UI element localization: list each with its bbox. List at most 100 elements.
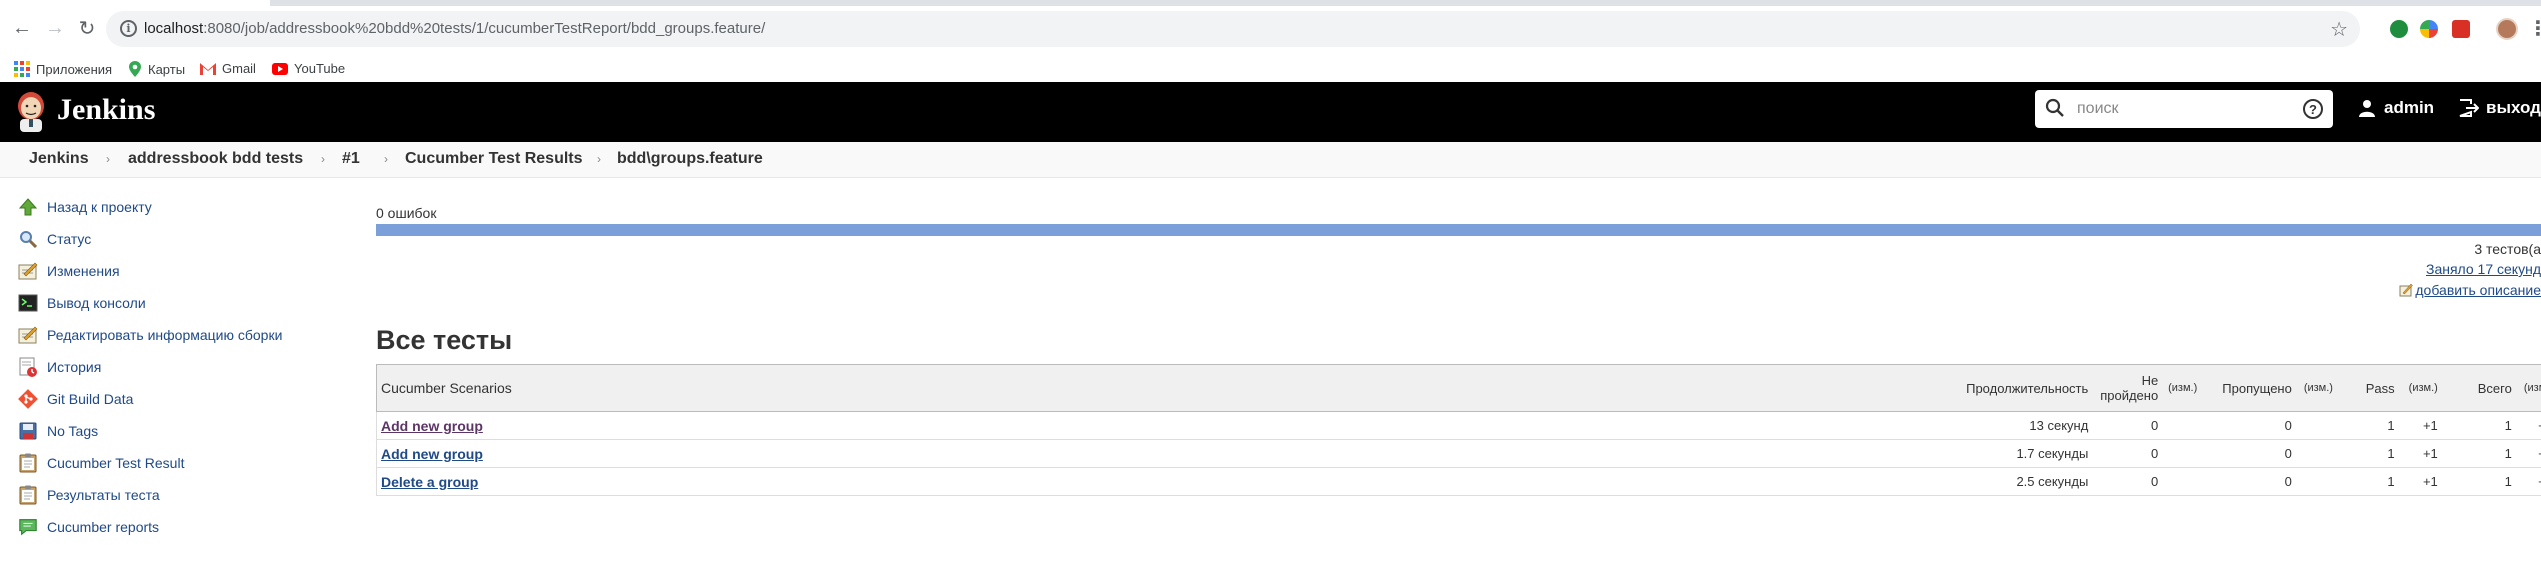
- table-row: Add new group 13 секунд 0 0 1 +1 1 +1: [376, 411, 2541, 440]
- sidebar-item-edit-build-info[interactable]: Редактировать информацию сборки: [18, 323, 282, 347]
- search-input[interactable]: [2075, 98, 2295, 120]
- scenario-cell: Delete a group: [376, 467, 1950, 496]
- column-header-total[interactable]: Всего: [2440, 364, 2515, 412]
- sidebar-item-console-output[interactable]: Вывод консоли: [18, 291, 146, 315]
- column-header-failed-diff[interactable]: (изм.): [2161, 364, 2201, 412]
- sidebar-item-label: Редактировать информацию сборки: [47, 327, 283, 343]
- bookmark-apps[interactable]: Приложения: [14, 61, 112, 77]
- profile-avatar[interactable]: [2496, 18, 2518, 40]
- failed-line2: пройдено: [2100, 388, 2159, 403]
- sidebar-item-label: Назад к проекту: [47, 199, 152, 215]
- site-info-icon[interactable]: i: [120, 20, 137, 37]
- breadcrumb-feature[interactable]: bdd\groups.feature: [617, 150, 763, 168]
- bookmarks-bar: Приложения Карты Gmail YouTube: [0, 54, 2541, 84]
- breadcrumb-separator-icon: ›: [321, 152, 325, 166]
- failed-diff-cell: [2161, 467, 2201, 496]
- jenkins-logo-icon[interactable]: [14, 90, 48, 132]
- bookmark-youtube[interactable]: YouTube: [272, 61, 345, 76]
- duration-cell: 2.5 секунды: [1949, 467, 2092, 496]
- bookmark-star-icon[interactable]: ☆: [2330, 17, 2348, 42]
- breadcrumb-job[interactable]: addressbook bdd tests: [128, 150, 303, 168]
- failed-diff-cell: [2161, 439, 2201, 468]
- total-diff-cell: +1: [2514, 411, 2541, 440]
- sidebar-item-label: No Tags: [47, 423, 99, 439]
- column-header-pass-diff[interactable]: (изм.): [2397, 364, 2441, 412]
- logout-label: выход: [2486, 98, 2541, 117]
- sidebar-item-label: Git Build Data: [47, 391, 134, 407]
- sidebar-item-git-build-data[interactable]: Git Build Data: [18, 387, 133, 411]
- sidebar-item-back-to-project[interactable]: Назад к проекту: [18, 195, 152, 219]
- terminal-icon: [18, 293, 38, 313]
- jenkins-title[interactable]: Jenkins: [57, 93, 155, 127]
- pass-cell: 1: [2335, 439, 2398, 468]
- duration-link-text[interactable]: Заняло 17 секунд: [2426, 261, 2541, 277]
- breadcrumb-jenkins[interactable]: Jenkins: [29, 150, 89, 168]
- user-link[interactable]: admin: [2358, 98, 2434, 118]
- failed-line1: Не: [2141, 373, 2159, 388]
- column-header-scenarios[interactable]: Cucumber Scenarios: [376, 364, 1950, 412]
- browser-menu-icon[interactable]: ⋮: [2528, 16, 2541, 41]
- sidebar-item-history[interactable]: История: [18, 355, 101, 379]
- column-header-failed[interactable]: Не пройдено: [2091, 364, 2162, 412]
- bookmark-label: Карты: [148, 61, 186, 77]
- breadcrumb-build[interactable]: #1: [342, 150, 360, 168]
- sidebar-item-cucumber-test-result[interactable]: Cucumber Test Result: [18, 451, 184, 475]
- failed-diff-cell: [2161, 411, 2201, 440]
- breadcrumb-separator-icon: ›: [597, 152, 601, 166]
- sidebar-item-cucumber-reports[interactable]: Cucumber reports: [18, 515, 159, 539]
- scenario-link[interactable]: Add new group: [381, 418, 483, 434]
- sidebar-item-label: Вывод консоли: [47, 295, 146, 311]
- sidebar-item-test-results[interactable]: Результаты теста: [18, 483, 160, 507]
- extension-red-icon[interactable]: [2452, 20, 2470, 38]
- scenario-link[interactable]: Delete a group: [381, 474, 478, 490]
- skipped-cell: 0: [2200, 467, 2295, 496]
- column-header-skipped[interactable]: Пропущено: [2200, 364, 2295, 412]
- url-host: localhost: [144, 20, 204, 37]
- skipped-cell: 0: [2200, 411, 2295, 440]
- scenario-cell: Add new group: [376, 439, 1950, 468]
- column-header-pass[interactable]: Pass: [2335, 364, 2398, 412]
- column-header-skipped-diff[interactable]: (изм.): [2294, 364, 2336, 412]
- reload-icon[interactable]: ↻: [73, 14, 101, 42]
- help-icon[interactable]: ?: [2303, 99, 2323, 119]
- pass-cell: 1: [2335, 411, 2398, 440]
- sidebar-item-status[interactable]: Статус: [18, 227, 91, 251]
- url-path: :8080/job/addressbook%20bdd%20tests/1/cu…: [203, 20, 766, 37]
- magnifier-icon: [18, 229, 38, 249]
- pass-diff-cell: +1: [2397, 411, 2441, 440]
- add-description-link[interactable]: добавить описание: [2415, 282, 2541, 298]
- logout-link[interactable]: выход: [2459, 98, 2541, 118]
- sidebar-item-label: История: [47, 359, 102, 375]
- duration-link[interactable]: Заняло 17 секунд: [2426, 261, 2541, 277]
- column-header-total-diff[interactable]: (изм.): [2514, 364, 2541, 412]
- skipped-diff-cell: [2294, 411, 2336, 440]
- total-cell: 1: [2440, 439, 2515, 468]
- pass-diff-cell: +1: [2397, 439, 2441, 468]
- back-icon[interactable]: ←: [8, 14, 36, 42]
- youtube-icon: [272, 62, 288, 75]
- chat-icon: [18, 517, 38, 537]
- search-box: ?: [2035, 90, 2333, 128]
- total-diff-cell: +1: [2514, 439, 2541, 468]
- git-icon: [18, 389, 38, 409]
- extension-colorful-icon[interactable]: [2420, 20, 2438, 38]
- save-icon: [18, 421, 38, 441]
- failure-count: 0 ошибок: [376, 205, 437, 221]
- forward-icon[interactable]: →: [41, 14, 69, 42]
- column-header-duration[interactable]: Продолжительность: [1949, 364, 2092, 412]
- scenario-link[interactable]: Add new group: [381, 446, 483, 462]
- bookmark-gmail[interactable]: Gmail: [200, 61, 256, 76]
- user-name: admin: [2384, 98, 2435, 117]
- bookmark-label: Gmail: [222, 61, 256, 76]
- url-text[interactable]: localhost:8080/job/addressbook%20bdd%20t…: [144, 20, 765, 37]
- up-arrow-icon: [18, 197, 38, 217]
- sidebar-item-no-tags[interactable]: No Tags: [18, 419, 98, 443]
- extension-green-icon[interactable]: [2390, 20, 2408, 38]
- clipboard-icon: [18, 485, 38, 505]
- address-bar[interactable]: i localhost:8080/job/addressbook%20bdd%2…: [106, 11, 2360, 47]
- breadcrumb-cucumber-results[interactable]: Cucumber Test Results: [405, 150, 583, 168]
- failed-cell: 0: [2091, 439, 2162, 468]
- sidebar-item-changes[interactable]: Изменения: [18, 259, 120, 283]
- add-description[interactable]: добавить описание: [2399, 282, 2541, 298]
- bookmark-maps[interactable]: Карты: [128, 61, 185, 77]
